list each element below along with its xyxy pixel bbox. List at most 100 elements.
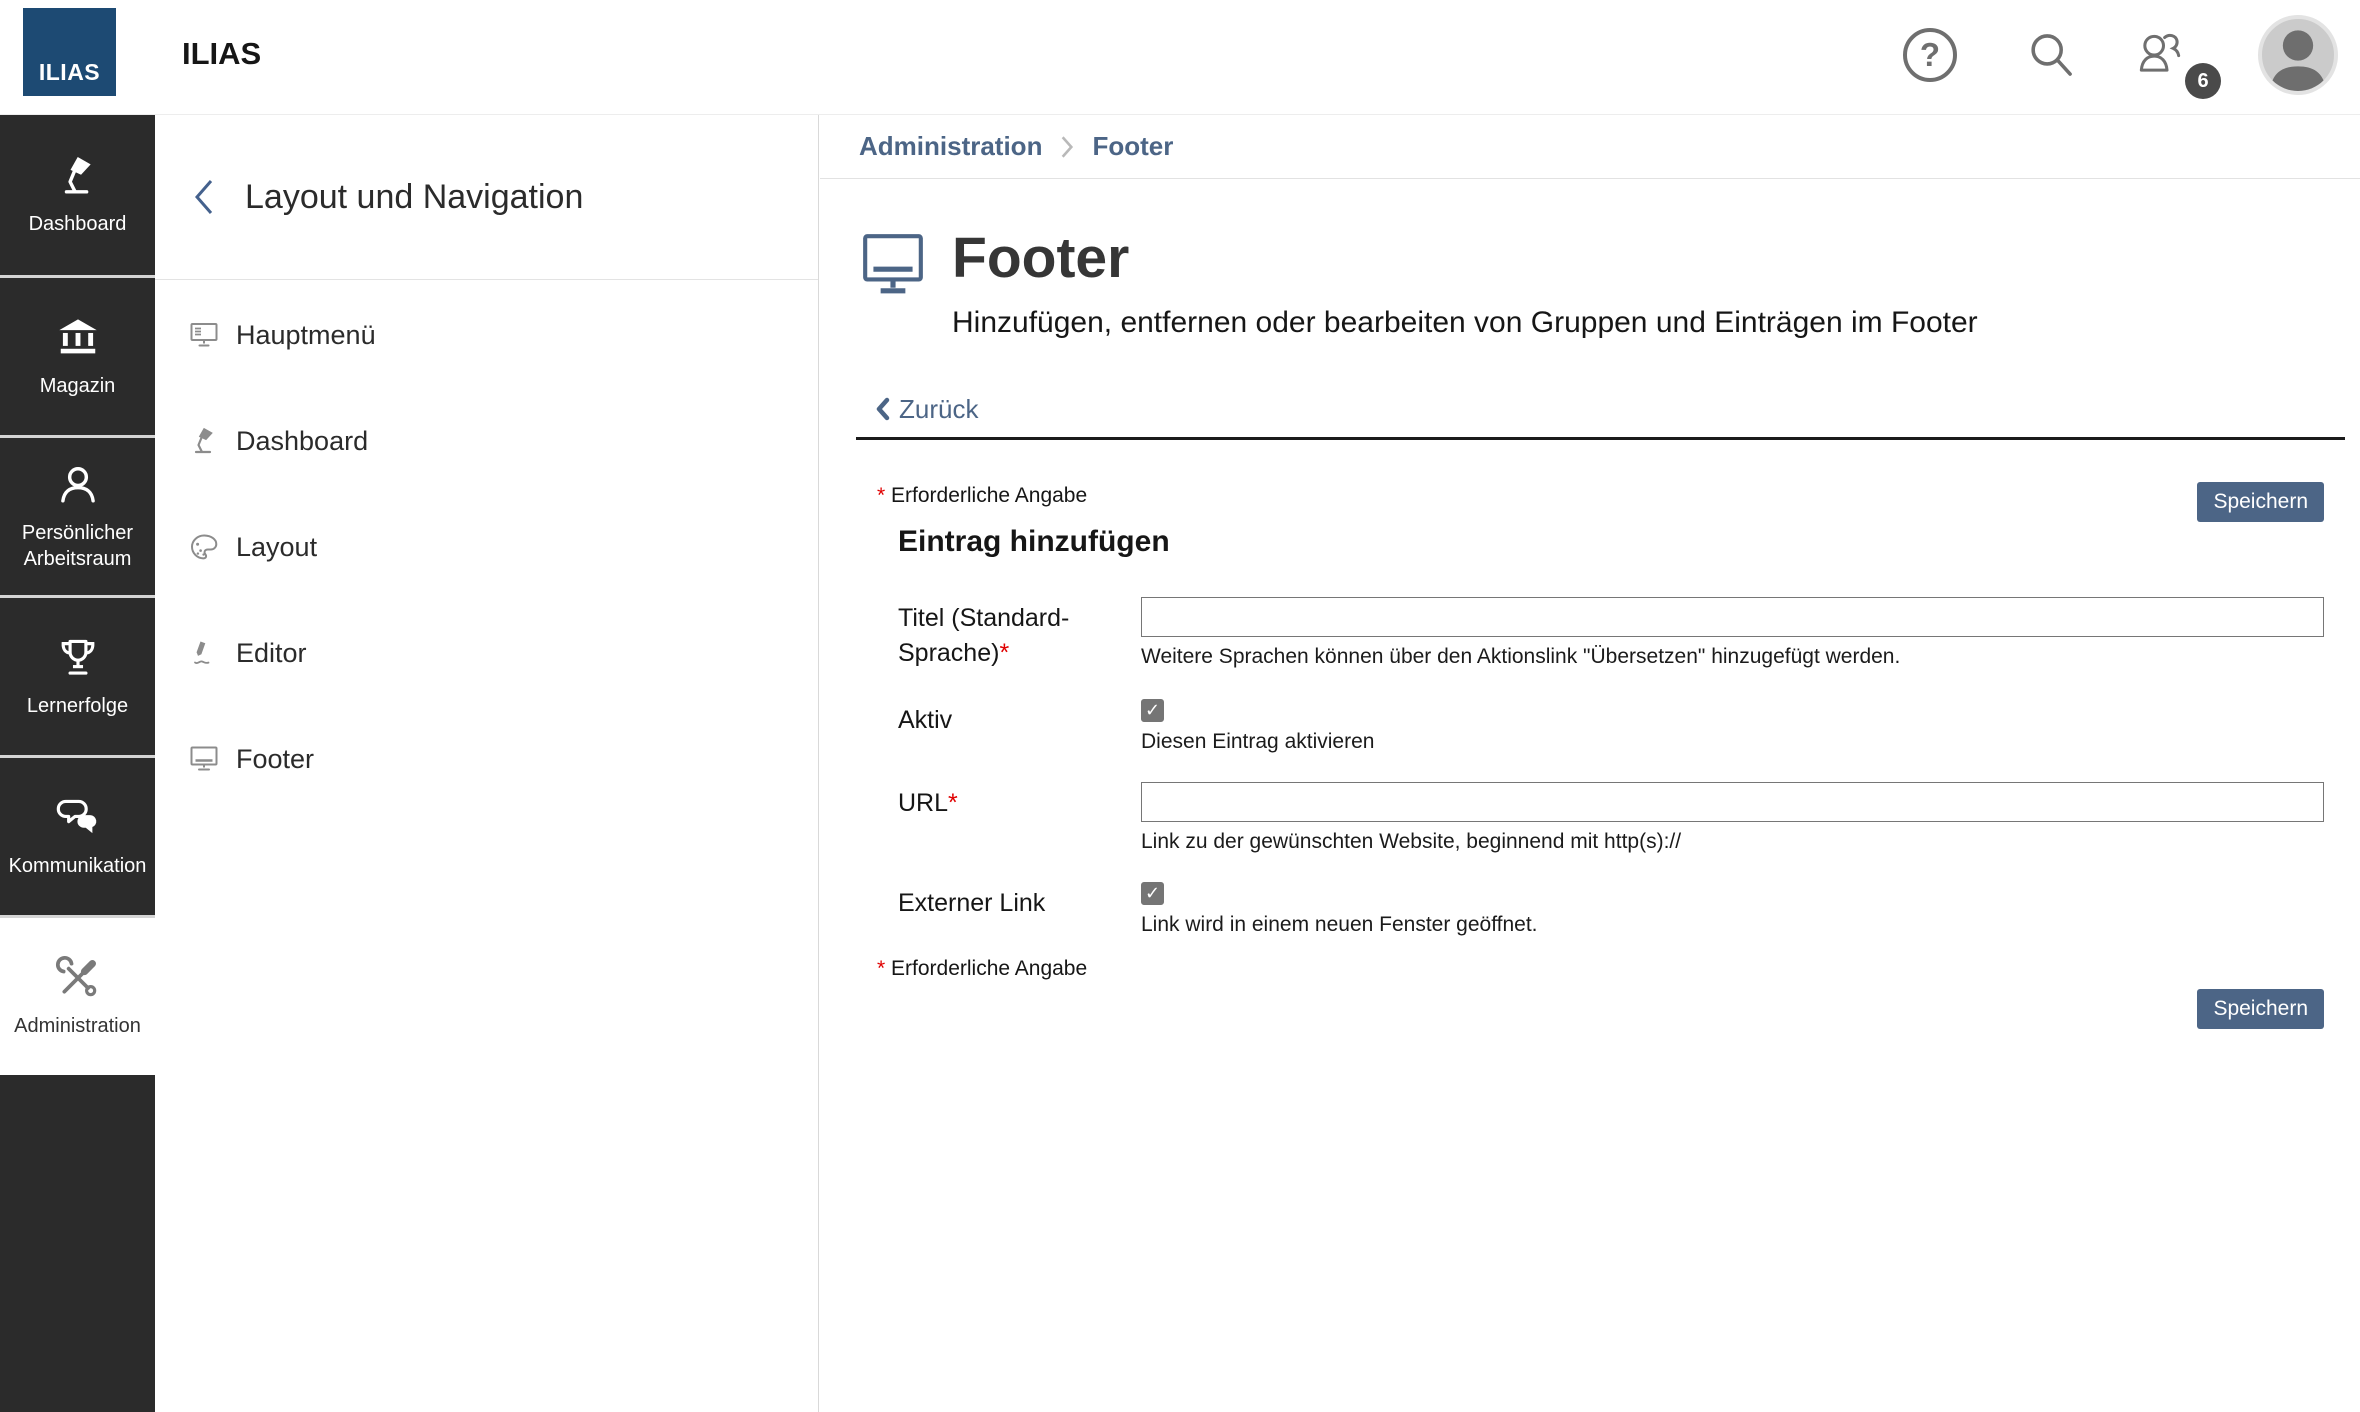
field-label: URL* — [898, 782, 1141, 854]
breadcrumb-administration[interactable]: Administration — [859, 131, 1042, 162]
main-sidebar: Dashboard Magazin Persönlicher Arbeitsra… — [0, 115, 155, 1412]
panel-item-label: Layout — [236, 532, 317, 563]
field-label: Titel (Standard-Sprache)* — [898, 597, 1141, 671]
form-row-aktiv: Aktiv ✓ Diesen Eintrag aktivieren — [856, 699, 2345, 754]
bank-icon — [55, 315, 101, 361]
add-entry-form: * Erforderliche Angabe Speichern Eintrag… — [856, 437, 2345, 1059]
main-content: Administration Footer Footer Hinzufügen,… — [820, 115, 2360, 1412]
panel-item-layout[interactable]: Layout — [155, 494, 818, 600]
form-section-title: Eintrag hinzufügen — [898, 525, 2345, 559]
panel-item-hauptmenu[interactable]: Hauptmenü — [155, 282, 818, 388]
save-button-top[interactable]: Speichern — [2197, 482, 2324, 522]
avatar[interactable] — [2258, 15, 2338, 95]
panel-item-label: Hauptmenü — [236, 320, 376, 351]
externer-link-checkbox[interactable]: ✓ — [1141, 882, 1164, 905]
sidebar-item-administration[interactable]: Administration — [0, 915, 155, 1075]
field-byline: Diesen Eintrag aktivieren — [1141, 730, 2324, 754]
ilias-logo-text: ILIAS — [39, 59, 100, 86]
lamp-icon — [188, 425, 220, 457]
palette-icon — [188, 531, 220, 563]
aktiv-checkbox[interactable]: ✓ — [1141, 699, 1164, 722]
search-icon — [2023, 27, 2079, 83]
bottom-actions: Speichern — [856, 989, 2345, 1029]
page-header-texts: Footer Hinzufügen, entfernen oder bearbe… — [952, 229, 1978, 340]
sidebar-item-arbeitsraum[interactable]: Persönlicher Arbeitsraum — [0, 435, 155, 595]
required-asterisk: * — [999, 639, 1009, 667]
sidebar-item-lernerfolge[interactable]: Lernerfolge — [0, 595, 155, 755]
field-control: Weitere Sprachen können über den Aktions… — [1141, 597, 2324, 671]
panel-item-footer[interactable]: Footer — [155, 706, 818, 812]
chevron-left-icon — [191, 175, 217, 219]
form-row-externer-link: Externer Link ✓ Link wird in einem neuen… — [856, 882, 2345, 937]
field-byline: Link zu der gewünschten Website, beginne… — [1141, 830, 2324, 854]
field-label: Aktiv — [898, 699, 1141, 754]
required-asterisk: * — [877, 484, 885, 507]
save-button-bottom[interactable]: Speichern — [2197, 989, 2324, 1029]
back-link[interactable]: Zurück — [875, 394, 2360, 425]
field-label-text: URL — [898, 789, 948, 817]
back-link-label: Zurück — [899, 394, 978, 425]
sidebar-item-dashboard[interactable]: Dashboard — [0, 115, 155, 275]
panel-item-dashboard[interactable]: Dashboard — [155, 388, 818, 494]
required-note-top: * Erforderliche Angabe — [877, 484, 2345, 508]
monitor-footer-icon — [859, 229, 927, 297]
field-control: Link zu der gewünschten Website, beginne… — [1141, 782, 2324, 854]
field-byline: Weitere Sprachen können über den Aktions… — [1141, 645, 2324, 669]
field-control: ✓ Diesen Eintrag aktivieren — [1141, 699, 2324, 754]
checkmark-icon: ✓ — [1145, 701, 1160, 719]
ilias-logo[interactable]: ILIAS — [23, 8, 116, 96]
required-note-bottom: * Erforderliche Angabe — [877, 957, 2345, 981]
trophy-icon — [55, 635, 101, 681]
panel-item-label: Editor — [236, 638, 307, 669]
online-users-icon — [2132, 27, 2188, 83]
help-button[interactable]: ? — [1902, 27, 1958, 83]
online-count-badge: 6 — [2185, 63, 2221, 99]
panel-item-label: Footer — [236, 744, 314, 775]
field-control: ✓ Link wird in einem neuen Fenster geöff… — [1141, 882, 2324, 937]
chat-icon — [55, 795, 101, 841]
chevron-right-icon — [1059, 134, 1075, 160]
chevron-left-icon — [875, 397, 890, 421]
page-header: Footer Hinzufügen, entfernen oder bearbe… — [859, 229, 2360, 340]
top-bar: ILIAS ILIAS ? 6 — [0, 0, 2360, 115]
checkmark-icon: ✓ — [1145, 884, 1160, 902]
person-icon — [55, 462, 101, 508]
sidebar-item-label: Dashboard — [25, 211, 131, 237]
titel-input[interactable] — [1141, 597, 2324, 637]
sidebar-item-label: Magazin — [36, 373, 120, 399]
lamp-icon — [55, 153, 101, 199]
sidebar-item-kommunikation[interactable]: Kommunikation — [0, 755, 155, 915]
required-note-text: Erforderliche Angabe — [891, 484, 1087, 507]
tools-icon — [55, 955, 101, 1001]
panel-item-editor[interactable]: Editor — [155, 600, 818, 706]
form-rows: Titel (Standard-Sprache)* Weitere Sprach… — [856, 597, 2345, 937]
page-subtitle: Hinzufügen, entfernen oder bearbeiten vo… — [952, 306, 1978, 340]
panel-back-button[interactable] — [191, 171, 231, 223]
sidebar-item-label: Kommunikation — [5, 853, 151, 879]
panel-item-label: Dashboard — [236, 426, 368, 457]
monitor-list-icon — [188, 319, 220, 351]
breadcrumb-footer[interactable]: Footer — [1092, 131, 1173, 162]
online-users-button[interactable] — [2132, 27, 2188, 83]
required-note-text: Erforderliche Angabe — [891, 957, 1087, 980]
form-row-url: URL* Link zu der gewünschten Website, be… — [856, 782, 2345, 854]
help-icon: ? — [1903, 28, 1957, 82]
field-byline: Link wird in einem neuen Fenster geöffne… — [1141, 913, 2324, 937]
avatar-silhouette-icon — [2262, 19, 2334, 91]
sidebar-item-label: Lernerfolge — [23, 693, 132, 719]
field-label: Externer Link — [898, 882, 1141, 937]
field-label-text: Titel (Standard-Sprache) — [898, 604, 1069, 667]
search-button[interactable] — [2023, 27, 2079, 83]
page-title: Footer — [952, 229, 1978, 289]
form-row-titel: Titel (Standard-Sprache)* Weitere Sprach… — [856, 597, 2345, 671]
url-input[interactable] — [1141, 782, 2324, 822]
pen-icon — [188, 637, 220, 669]
breadcrumb: Administration Footer — [820, 115, 2360, 179]
sidebar-item-label: Administration — [10, 1013, 145, 1039]
required-asterisk: * — [948, 789, 958, 817]
app-title: ILIAS — [182, 36, 261, 72]
sidebar-item-label: Persönlicher Arbeitsraum — [0, 520, 155, 572]
tool-panel: Layout und Navigation Hauptmenü Dashboar… — [155, 115, 819, 1412]
sidebar-item-magazin[interactable]: Magazin — [0, 275, 155, 435]
required-asterisk: * — [877, 957, 885, 980]
